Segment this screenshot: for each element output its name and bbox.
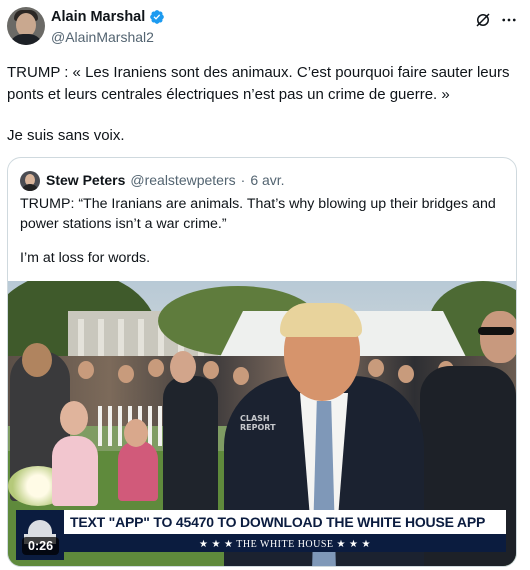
banner-subtext: ★ ★ ★ THE WHITE HOUSE ★ ★ ★: [199, 539, 371, 550]
quoted-author-avatar: [20, 171, 40, 191]
avatar-body: [9, 34, 43, 45]
verified-badge-icon: [150, 10, 165, 24]
crowd-head: [398, 365, 414, 383]
author-avatar[interactable]: [7, 7, 45, 45]
tweet-text: TRUMP : « Les Iraniens sont des animaux.…: [7, 64, 510, 103]
clash-report-watermark: CLASH REPORT: [240, 414, 276, 432]
quoted-date: 6 avr.: [250, 172, 285, 188]
video-girl: [52, 436, 98, 506]
video-duration: 0:26: [22, 537, 60, 555]
white-house-banner: TEXT "APP" TO 45470 TO DOWNLOAD THE WHIT…: [16, 510, 506, 560]
quoted-tweet[interactable]: Stew Peters @realstewpeters · 6 avr. TRU…: [7, 157, 517, 567]
video-girl-head: [60, 401, 88, 435]
tweet[interactable]: Alain Marshal @AlainMarshal2 TRUMP : « L…: [0, 0, 530, 570]
quoted-avatar-body: [21, 184, 39, 191]
video-agent-right-head: [480, 311, 516, 363]
quoted-text-line2: I’m at loss for words.: [20, 250, 151, 266]
banner-text: TEXT "APP" TO 45470 TO DOWNLOAD THE WHIT…: [70, 514, 486, 530]
quoted-header: Stew Peters @realstewpeters · 6 avr.: [46, 172, 285, 188]
crowd-head: [148, 359, 164, 377]
video-woman-head: [22, 343, 52, 377]
video-girl-2: [118, 441, 158, 501]
author-handle[interactable]: @AlainMarshal2: [51, 29, 154, 45]
tweet-text-line2: Je suis sans voix.: [7, 127, 125, 144]
video-player[interactable]: CLASH REPORT TEXT "APP" TO 45470 TO DOWN…: [8, 281, 516, 566]
video-speaker-hair: [280, 303, 362, 337]
video-girl-2-head: [124, 419, 148, 447]
quoted-handle: @realstewpeters: [130, 172, 236, 188]
crowd-head: [368, 359, 384, 377]
crowd-head: [78, 361, 94, 379]
crowd-head: [118, 365, 134, 383]
watermark-line2: REPORT: [240, 423, 276, 432]
more-icon[interactable]: [500, 11, 518, 29]
watermark-line1: CLASH: [240, 414, 270, 423]
crowd-head: [233, 367, 249, 385]
crowd-head: [203, 361, 219, 379]
quoted-separator: ·: [240, 172, 246, 188]
author-display-name[interactable]: Alain Marshal: [51, 9, 145, 25]
banner-top-strip: TEXT "APP" TO 45470 TO DOWNLOAD THE WHIT…: [64, 510, 506, 534]
banner-bottom-strip: ★ ★ ★ THE WHITE HOUSE ★ ★ ★: [64, 534, 506, 552]
quoted-display-name: Stew Peters: [46, 172, 126, 188]
quoted-text: TRUMP: “The Iranians are animals. That’s…: [20, 196, 496, 232]
author-name-row: Alain Marshal: [51, 9, 165, 25]
logo-dome: [28, 520, 52, 534]
video-agent-sunglasses: [478, 327, 514, 335]
video-agent-left-head: [170, 351, 196, 383]
grok-icon[interactable]: [474, 11, 492, 29]
